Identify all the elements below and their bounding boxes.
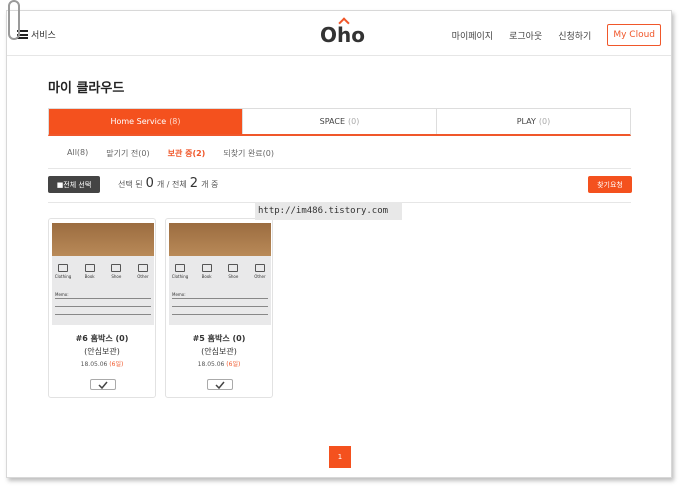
service-menu-button[interactable]: 서비스 <box>17 28 56 41</box>
checkmark-icon <box>98 381 108 389</box>
shoe-icon <box>228 264 239 272</box>
total-count: 2 <box>189 176 199 191</box>
site-header: 서비스 Oho 마이페이지 로그아웃 신청하기 My Cloud <box>7 11 671 56</box>
selected-prefix: 선택 된 <box>118 180 143 189</box>
box-card[interactable]: Clothing Book Shoe Other Memo: #5 홈박스 (0… <box>165 218 273 398</box>
other-box-icon <box>137 264 148 272</box>
find-request-button[interactable]: 찾기요청 <box>588 176 632 193</box>
book-icon <box>84 264 95 272</box>
filter-in-storage[interactable]: 보관 중(2) <box>168 148 206 159</box>
paperclip-icon <box>8 0 20 40</box>
shoe-icon <box>111 264 122 272</box>
selected-suffix: 개 중 <box>201 180 219 189</box>
tab-space[interactable]: SPACE (0) <box>243 109 437 134</box>
watermark-url: http://im486.tistory.com <box>255 202 402 220</box>
photo-label: Clothing <box>54 274 72 279</box>
tab-count: (8) <box>169 117 181 126</box>
filter-all[interactable]: All(8) <box>67 148 88 159</box>
status-filter: All(8) 맡기기 전(0) 보관 중(2) 되찾기 완료(0) <box>67 148 274 159</box>
checkmark-icon <box>215 381 225 389</box>
pagination-page-1[interactable]: 1 <box>329 446 351 468</box>
date-value: 18.05.06 <box>80 361 108 368</box>
select-checkbox[interactable] <box>90 379 116 390</box>
card-date: 18.05.06 (6일) <box>49 359 155 368</box>
tab-home-service[interactable]: Home Service (8) <box>49 109 243 134</box>
filter-before-deposit[interactable]: 맡기기 전(0) <box>106 148 149 159</box>
page-title: 마이 클라우드 <box>48 81 125 96</box>
box-photo: Clothing Book Shoe Other Memo: <box>169 223 271 325</box>
divider <box>48 168 631 169</box>
service-menu-label: 서비스 <box>31 31 56 41</box>
days-value: (6일) <box>109 361 124 368</box>
card-subtitle: (안심보관) <box>201 347 237 356</box>
photo-memo-label: Memo: <box>172 292 186 297</box>
nav-mypage[interactable]: 마이페이지 <box>452 29 493 42</box>
service-tabs: Home Service (8) SPACE (0) PLAY (0) <box>48 108 631 136</box>
card-title: #5 홈박스 (0) <box>192 334 246 343</box>
select-all-button[interactable]: ■전체 선택 <box>48 176 100 193</box>
photo-memo-label: Memo: <box>55 292 69 297</box>
tab-label: SPACE <box>319 117 346 126</box>
filter-returned[interactable]: 되찾기 완료(0) <box>223 148 274 159</box>
tab-count: (0) <box>348 117 360 126</box>
nav-apply[interactable]: 신청하기 <box>558 29 591 42</box>
book-icon <box>201 264 212 272</box>
photo-label: Other <box>254 274 266 279</box>
card-title: #6 홈박스 (0) <box>75 334 129 343</box>
top-nav: 마이페이지 로그아웃 신청하기 My Cloud <box>452 24 661 46</box>
photo-label: Shoe <box>111 274 122 279</box>
selected-count: 0 <box>145 176 154 191</box>
card-subtitle: (안심보관) <box>84 347 120 356</box>
my-cloud-button[interactable]: My Cloud <box>607 24 661 46</box>
selection-count: 선택 된 0 개 / 전체 2 개 중 <box>118 176 218 191</box>
days-value: (6일) <box>226 361 241 368</box>
photo-label: Clothing <box>171 274 189 279</box>
box-photo: Clothing Book Shoe Other Memo: <box>52 223 154 325</box>
tab-play[interactable]: PLAY (0) <box>437 109 630 134</box>
photo-label: Shoe <box>228 274 239 279</box>
clothing-icon <box>58 264 68 272</box>
date-value: 18.05.06 <box>197 361 225 368</box>
card-date: 18.05.06 (6일) <box>166 359 272 368</box>
clothing-icon <box>175 264 185 272</box>
photo-label: Other <box>137 274 149 279</box>
nav-logout[interactable]: 로그아웃 <box>509 29 542 42</box>
screenshot-frame: 서비스 Oho 마이페이지 로그아웃 신청하기 My Cloud 마이 클라우드… <box>6 10 672 478</box>
tab-label: PLAY <box>516 117 536 126</box>
other-box-icon <box>254 264 265 272</box>
select-checkbox[interactable] <box>207 379 233 390</box>
photo-label: Book <box>84 274 95 279</box>
box-card[interactable]: Clothing Book Shoe Other Memo: #6 홈박스 (0… <box>48 218 156 398</box>
selected-mid: 개 / 전체 <box>156 180 187 189</box>
photo-label: Book <box>201 274 212 279</box>
tab-label: Home Service <box>110 117 167 126</box>
tab-count: (0) <box>538 117 551 126</box>
